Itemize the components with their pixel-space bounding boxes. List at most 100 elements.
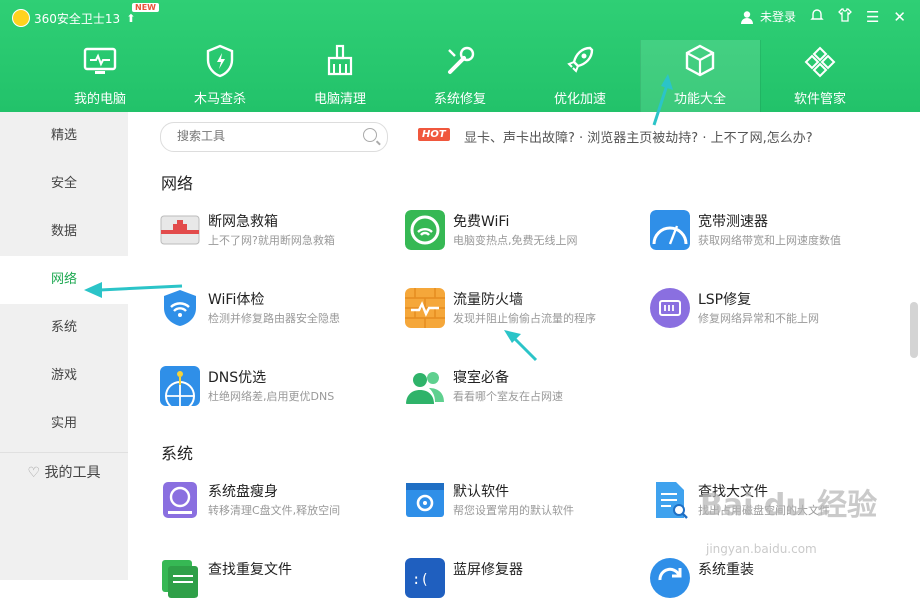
tool-dns-optimize[interactable]: DNS优选 杜绝网络差,启用更优DNS <box>160 366 390 410</box>
tool-desc: 检测并修复路由器安全隐患 <box>208 312 340 325</box>
tool-name: 系统盘瘦身 <box>208 484 278 500</box>
main-nav: 我的电脑 木马查杀 电脑清理 系统修复 优化加速 功能大全 软件管家 <box>40 40 880 112</box>
tool-name: WiFi体检 <box>208 292 265 308</box>
sidebar-item-games[interactable]: 游戏 <box>0 352 128 400</box>
section-title-system: 系统 <box>161 444 194 463</box>
search-input[interactable] <box>175 128 359 144</box>
sidebar-my-tools[interactable]: ♡ 我的工具 <box>0 452 128 493</box>
tool-find-duplicates[interactable]: 查找重复文件 <box>160 558 390 602</box>
section-title-network: 网络 <box>161 174 194 193</box>
nav-label: 系统修复 <box>433 92 486 107</box>
tool-desc: 修复网络异常和不能上网 <box>698 312 819 325</box>
nav-system-repair[interactable]: 系统修复 <box>400 40 520 112</box>
tool-name: LSP修复 <box>698 292 752 308</box>
sidebar-item-utility[interactable]: 实用 <box>0 400 128 448</box>
tool-desc: 看看哪个室友在占网速 <box>453 390 563 403</box>
top-bar: 360安全卫士13 ⬆ NEW 未登录 ☰ ✕ 我的电脑 木马查杀 电脑清理 系… <box>0 0 920 112</box>
login-label: 未登录 <box>759 10 796 24</box>
lsp-repair-icon <box>650 288 690 328</box>
tool-wifi-check[interactable]: WiFi体检 检测并修复路由器安全隐患 <box>160 288 390 332</box>
duplicate-files-icon <box>162 560 198 598</box>
file-search-icon <box>656 482 688 519</box>
monitor-icon <box>83 47 117 74</box>
close-icon[interactable]: ✕ <box>893 9 906 25</box>
sidebar-item-system[interactable]: 系统 <box>0 304 128 352</box>
tool-name: 免费WiFi <box>453 214 510 230</box>
tool-desc: 获取网络带宽和上网速度数值 <box>698 234 841 247</box>
wrench-icon <box>448 46 475 74</box>
tool-desc: 杜绝网络差,启用更优DNS <box>208 390 335 403</box>
tool-name: 蓝屏修复器 <box>453 562 523 578</box>
shield-icon <box>206 44 234 78</box>
bluescreen-icon: :( <box>405 558 445 598</box>
roommates-icon <box>406 372 444 404</box>
tool-dorm-essential[interactable]: 寝室必备 看看哪个室友在占网速 <box>405 366 635 410</box>
disk-icon <box>163 482 197 518</box>
watermark-url: jingyan.baidu.com <box>706 542 817 556</box>
scrollbar-thumb[interactable] <box>910 302 918 358</box>
tool-free-wifi[interactable]: 免费WiFi 电脑变热点,免费无线上网 <box>405 210 635 254</box>
heart-icon: ♡ <box>27 465 41 481</box>
tool-name: 寝室必备 <box>453 370 509 386</box>
tool-name: 查找重复文件 <box>208 562 292 578</box>
sidebar-item-featured[interactable]: 精选 <box>0 112 128 160</box>
hot-badge: HOT <box>418 128 450 141</box>
tool-bluescreen-repair[interactable]: :( 蓝屏修复器 <box>405 558 635 602</box>
firewall-icon <box>405 288 445 328</box>
tool-name: 默认软件 <box>453 484 509 500</box>
tool-name: 流量防火墙 <box>453 292 523 308</box>
notification-icon[interactable] <box>810 8 824 25</box>
upgrade-icon[interactable]: ⬆ <box>126 12 135 25</box>
tool-network-firstaid[interactable]: 断网急救箱 上不了网?就用断网急救箱 <box>160 210 390 254</box>
dns-globe-icon <box>160 366 200 406</box>
default-apps-icon <box>406 483 444 517</box>
tool-desc: 转移清理C盘文件,释放空间 <box>208 504 341 517</box>
first-aid-kit-icon <box>160 215 200 245</box>
tool-desc: 上不了网?就用断网急救箱 <box>208 234 335 247</box>
tool-speed-test[interactable]: 宽带测速器 获取网络带宽和上网速度数值 <box>650 210 880 254</box>
tool-lsp-repair[interactable]: LSP修复 修复网络异常和不能上网 <box>650 288 880 332</box>
apps-icon <box>804 46 836 78</box>
nav-software-manager[interactable]: 软件管家 <box>760 40 880 112</box>
sidebar-item-data[interactable]: 数据 <box>0 208 128 256</box>
search-icon[interactable] <box>363 128 377 142</box>
annotation-arrow-sidebar <box>84 282 183 298</box>
nav-cleanup[interactable]: 电脑清理 <box>280 40 400 112</box>
user-icon <box>740 10 753 24</box>
nav-divider <box>760 40 761 112</box>
broom-icon <box>327 44 353 76</box>
tool-disk-slim[interactable]: 系统盘瘦身 转移清理C盘文件,释放空间 <box>160 480 390 524</box>
login-button[interactable]: 未登录 <box>740 8 796 25</box>
nav-my-computer[interactable]: 我的电脑 <box>40 40 160 112</box>
app-title: 360安全卫士13 <box>34 11 121 26</box>
nav-trojan-scan[interactable]: 木马查杀 <box>160 40 280 112</box>
window-controls: 未登录 ☰ ✕ <box>740 8 906 25</box>
my-tools-label: 我的工具 <box>44 465 101 481</box>
wifi-hotspot-icon <box>405 210 445 250</box>
nav-label: 木马查杀 <box>193 92 246 107</box>
reinstall-icon <box>650 558 690 598</box>
nav-label: 我的电脑 <box>73 92 126 107</box>
new-badge: NEW <box>132 3 159 12</box>
speed-test-icon <box>650 210 690 250</box>
app-brand: 360安全卫士13 ⬆ NEW <box>12 3 159 27</box>
cube-icon <box>685 44 715 77</box>
tool-system-reinstall[interactable]: 系统重装 <box>650 558 880 602</box>
app-logo-icon <box>12 9 30 27</box>
tool-default-software[interactable]: 默认软件 帮您设置常用的默认软件 <box>405 480 635 524</box>
tool-search-box[interactable] <box>160 122 388 152</box>
nav-label: 优化加速 <box>553 92 606 107</box>
annotation-arrow-firewall <box>504 330 538 362</box>
tool-name: 宽带测速器 <box>698 214 768 230</box>
hot-tips[interactable]: 显卡、声卡出故障? · 浏览器主页被劫持? · 上不了网,怎么办? <box>464 127 813 146</box>
annotation-arrow-nav <box>652 74 673 126</box>
tool-name: 断网急救箱 <box>208 214 278 230</box>
tool-desc: 帮您设置常用的默认软件 <box>453 504 574 517</box>
rocket-icon <box>567 46 594 73</box>
tool-name: 系统重装 <box>698 562 754 578</box>
skin-icon[interactable] <box>838 8 852 25</box>
nav-optimize[interactable]: 优化加速 <box>520 40 640 112</box>
nav-label: 软件管家 <box>793 92 846 107</box>
sidebar-item-security[interactable]: 安全 <box>0 160 128 208</box>
menu-icon[interactable]: ☰ <box>866 9 879 25</box>
